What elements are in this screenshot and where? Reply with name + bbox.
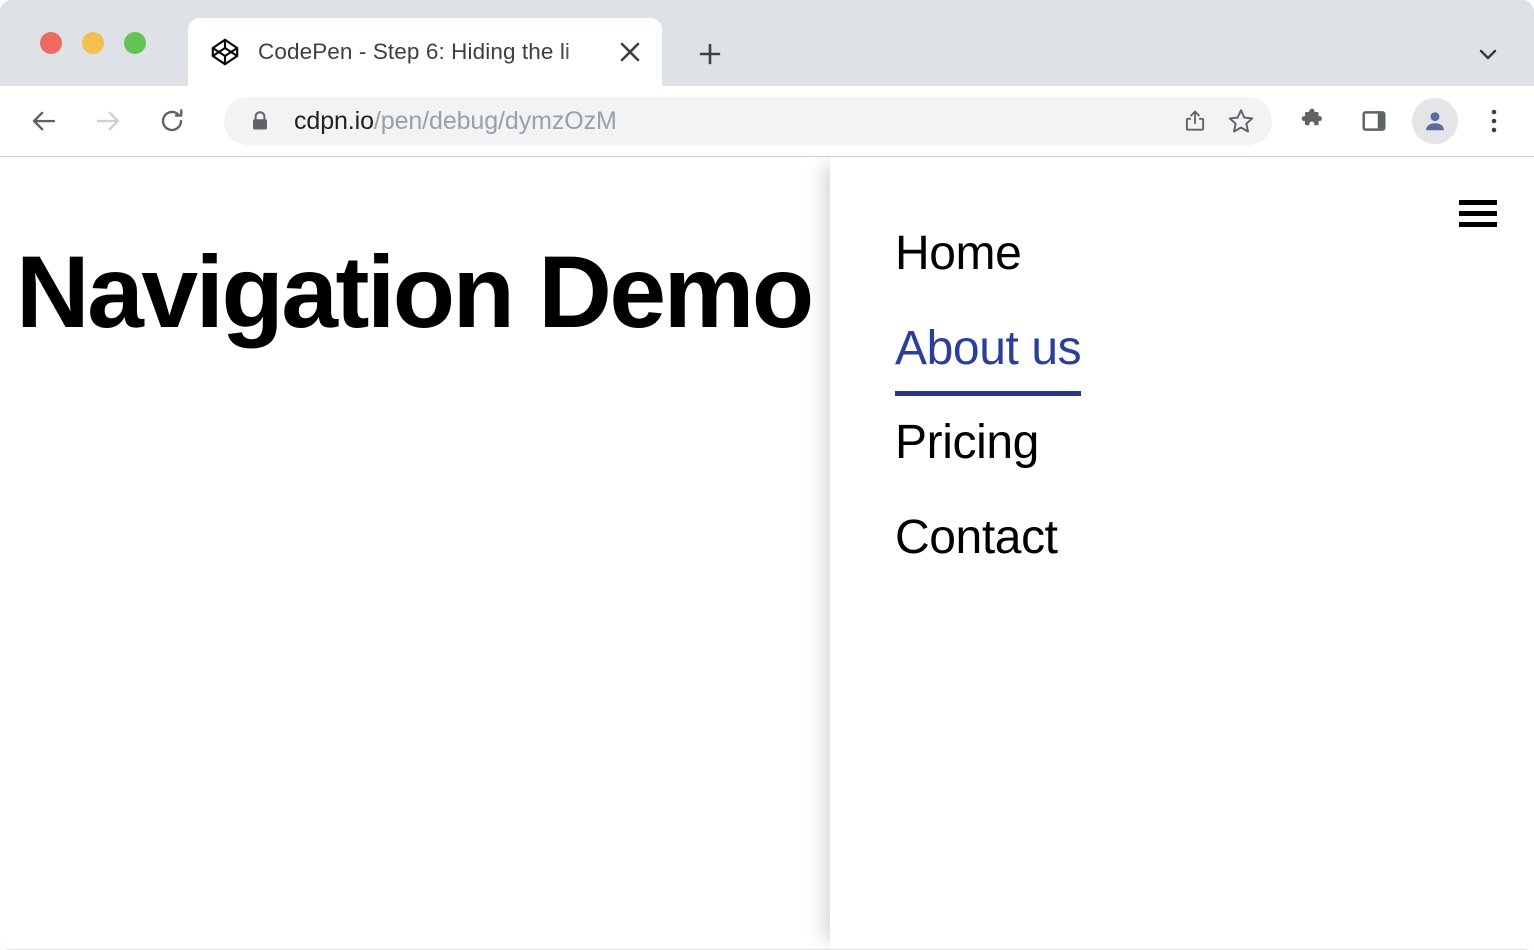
window-controls [40,32,146,54]
back-button[interactable] [18,95,70,147]
profile-button[interactable] [1412,98,1458,144]
url-path: /pen/debug/dymzOzM [374,107,617,135]
hamburger-bar-2 [1459,211,1497,216]
close-icon[interactable] [604,26,656,78]
browser-menu-button[interactable] [1472,97,1516,145]
lock-icon [250,110,270,132]
nav-link-about-us[interactable]: About us [895,302,1081,397]
list-item: Pricing [895,396,1081,491]
hamburger-bar-1 [1459,200,1497,205]
browser-toolbar: cdpn.io/pen/debug/dymzOzM [0,86,1534,157]
share-icon [1182,108,1208,134]
forward-button [82,95,134,147]
side-panel-icon [1360,107,1388,135]
reload-icon [157,106,187,136]
star-icon [1227,107,1255,135]
url-domain: cdpn.io [294,107,374,135]
hamburger-menu-icon[interactable] [1459,200,1497,227]
codepen-logo-icon [210,37,240,67]
page-viewport: Navigation Demo Home About us Pricing Co… [0,157,1534,949]
minimize-window-button[interactable] [82,32,104,54]
forward-arrow-icon [93,106,123,136]
plus-icon [698,42,722,66]
hamburger-bar-3 [1459,222,1497,227]
zoom-window-button[interactable] [124,32,146,54]
chevron-down-icon [1476,42,1500,66]
extensions-button[interactable] [1288,97,1336,145]
puzzle-piece-icon [1297,106,1327,136]
tab-title: CodePen - Step 6: Hiding the li [258,39,604,65]
nav-link-home[interactable]: Home [895,207,1021,302]
side-panel-button[interactable] [1350,97,1398,145]
list-item: About us [895,302,1081,397]
tab-search-button[interactable] [1464,30,1512,78]
browser-window: CodePen - Step 6: Hiding the li [0,0,1534,950]
address-bar[interactable]: cdpn.io/pen/debug/dymzOzM [224,97,1272,145]
back-arrow-icon [29,106,59,136]
close-window-button[interactable] [40,32,62,54]
list-item: Home [895,207,1081,302]
nav-link-contact[interactable]: Contact [895,491,1058,586]
nav-list: Home About us Pricing Contact [895,207,1081,586]
browser-tab-active[interactable]: CodePen - Step 6: Hiding the li [188,18,662,86]
profile-avatar-icon [1422,108,1448,134]
page-title: Navigation Demo [16,241,812,343]
reload-button[interactable] [146,95,198,147]
new-tab-button[interactable] [686,30,734,78]
navigation-drawer: Home About us Pricing Contact [830,157,1534,949]
list-item: Contact [895,491,1081,586]
url-text: cdpn.io/pen/debug/dymzOzM [294,107,1172,136]
bookmark-button[interactable] [1218,98,1264,144]
tab-strip: CodePen - Step 6: Hiding the li [0,0,1534,86]
three-dot-menu-icon [1483,106,1505,136]
share-button[interactable] [1172,98,1218,144]
nav-link-pricing[interactable]: Pricing [895,396,1039,491]
